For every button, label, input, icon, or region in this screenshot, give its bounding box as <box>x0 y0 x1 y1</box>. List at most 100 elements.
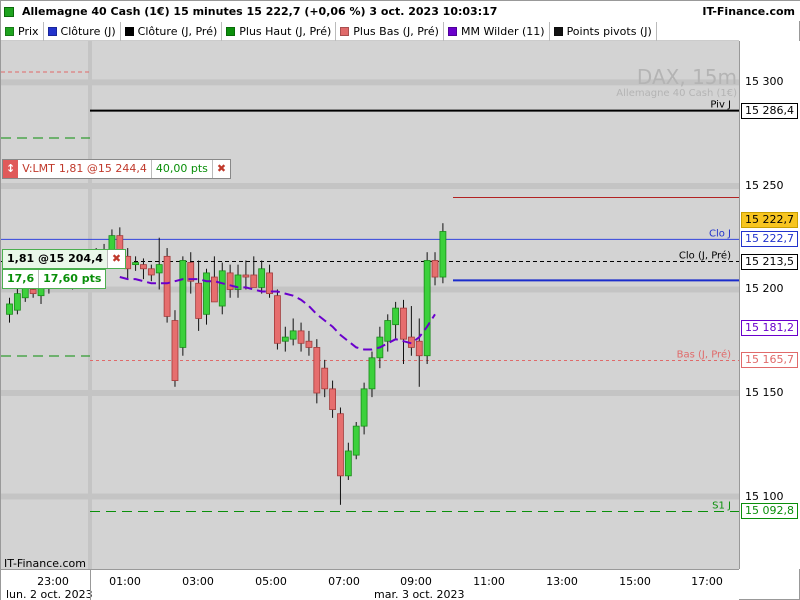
candle-bullish <box>179 260 187 348</box>
low-prev-price-tag: 15 165,7 <box>741 352 798 369</box>
legend-item[interactable]: Prix <box>1 22 44 41</box>
candle-bearish <box>431 260 439 278</box>
watermark-instrument: Allemagne 40 Cash (1€) <box>616 88 737 99</box>
position-tag[interactable]: ↕ V:LMT 1,81 @15 244,4 40,00 pts ✖ <box>2 159 232 179</box>
candle-bullish <box>281 336 289 342</box>
order-tag[interactable]: 1,81 @15 204,4 ✖ <box>2 249 127 269</box>
s1-price-tag: 15 092,8 <box>741 503 798 520</box>
candle-bearish <box>400 307 407 340</box>
legend-swatch <box>226 27 236 36</box>
s1-label: S1 J <box>712 500 731 511</box>
legend-item[interactable]: Clôture (J, Pré) <box>121 22 223 41</box>
price-chart-svg[interactable]: Piv J Clo J Clo (J, Pré) Bas (J, Pré) S1 J <box>1 41 739 569</box>
candle-bullish <box>218 270 226 307</box>
position-toggle-icon[interactable]: ↕ <box>3 160 19 178</box>
order-close-icon[interactable]: ✖ <box>106 250 125 268</box>
candle-bearish <box>297 330 305 344</box>
candle-bullish <box>6 303 13 315</box>
watermark-symbol: DAX, 15m <box>636 65 737 89</box>
candle-bearish <box>29 289 37 295</box>
y-tick-label: 15 200 <box>745 282 784 296</box>
title-bar: Allemagne 40 Cash (1€) 15 minutes 15 222… <box>1 1 800 21</box>
candle-bullish <box>352 425 360 456</box>
pivot-price-tag: 15 286,4 <box>741 102 798 119</box>
chart-title: Allemagne 40 Cash (1€) 15 minutes 15 222… <box>22 5 498 18</box>
candle-bearish <box>195 282 203 319</box>
x-tick-label: 07:00 <box>328 575 360 588</box>
order-qty: 17,6 <box>7 272 35 285</box>
order-points: 17,60 pts <box>38 270 105 288</box>
instrument-color-square <box>4 7 14 17</box>
mm-wilder-price-tag: 15 181,2 <box>741 320 798 337</box>
candle-bullish <box>289 330 297 340</box>
candle-bullish <box>368 357 376 390</box>
x-tick-label: 13:00 <box>546 575 578 588</box>
candle-bearish <box>305 340 313 348</box>
candle-bullish <box>439 231 447 278</box>
x-tick-label: 09:00 <box>400 575 432 588</box>
legend-item[interactable]: Plus Haut (J, Pré) <box>222 22 337 41</box>
order-detail: 1,81 @15 204,4 <box>3 250 107 268</box>
x-date-label: mar. 3 oct. 2023 <box>374 588 465 600</box>
legend-label: Plus Bas (J, Pré) <box>353 25 439 38</box>
legend-swatch <box>47 27 57 36</box>
candle-bearish <box>171 320 179 381</box>
brand-label[interactable]: IT-Finance.com <box>702 5 795 18</box>
last-price-tag: 15 222,7 <box>741 212 798 229</box>
x-tick-label: 11:00 <box>473 575 505 588</box>
candle-bullish <box>392 307 400 326</box>
candle-bullish <box>132 262 139 266</box>
candle-bullish <box>13 293 21 311</box>
x-tick-label: 01:00 <box>109 575 141 588</box>
legend-item[interactable]: Points pivots (J) <box>550 22 657 41</box>
legend-label: Clôture (J, Pré) <box>137 25 218 38</box>
legend-swatch <box>5 27 14 36</box>
legend-item[interactable]: MM Wilder (11) <box>444 22 550 41</box>
y-tick-label: 15 100 <box>745 489 784 503</box>
x-tick-label: 05:00 <box>255 575 287 588</box>
time-axis[interactable]: 23:00 01:00 03:00 05:00 07:00 09:00 11:00 13:00… <box>1 569 739 600</box>
indicator-legend: Prix Clôture (J) Clôture (J, Pré) Plus Haut… <box>1 22 739 41</box>
candle-bullish <box>423 260 431 357</box>
position-close-icon[interactable]: ✖ <box>211 160 230 178</box>
price-axis[interactable]: 15 300 15 250 15 200 15 150 15 100 15 286,4 15… <box>739 41 800 569</box>
candle-bearish <box>147 268 155 276</box>
legend-swatch <box>124 27 134 36</box>
x-day-separator <box>90 570 91 600</box>
candle-bullish <box>203 272 210 315</box>
candle-bearish <box>321 367 329 390</box>
y-tick-label: 15 250 <box>745 178 784 192</box>
position-points: 40,00 pts <box>150 160 212 178</box>
legend-label: Plus Haut (J, Pré) <box>239 25 332 38</box>
pivot-label: Piv J <box>710 100 731 111</box>
candle-bullish <box>384 320 392 342</box>
candle-bearish <box>329 388 336 410</box>
candle-bearish <box>313 347 321 394</box>
position-detail: 1,81 @15 244,4 <box>58 162 147 175</box>
candle-bearish <box>337 413 344 477</box>
candle-bearish <box>163 255 171 317</box>
x-tick-label: 15:00 <box>619 575 651 588</box>
candle-bullish <box>258 268 266 288</box>
candle-bearish <box>415 340 423 357</box>
close-prev-label: Clo (J, Pré) <box>679 250 731 262</box>
close-j-price-tag: 15 222,7 <box>741 231 798 248</box>
legend-label: Points pivots (J) <box>566 25 652 38</box>
legend-label: MM Wilder (11) <box>460 25 545 38</box>
plot-area[interactable]: Piv J Clo J Clo (J, Pré) Bas (J, Pré) S1 J D… <box>1 41 739 569</box>
y-tick-label: 15 300 <box>745 75 784 89</box>
low-prev-label: Bas (J, Pré) <box>677 348 731 360</box>
position-side-label: V:LMT <box>22 162 55 175</box>
candle-bearish <box>140 264 147 270</box>
watermark: DAX, 15m Allemagne 40 Cash (1€) <box>597 66 737 100</box>
legend-swatch <box>340 27 350 36</box>
legend-item[interactable]: Clôture (J) <box>44 22 121 41</box>
legend-item[interactable]: Plus Bas (J, Pré) <box>336 22 444 41</box>
candle-bullish <box>360 388 368 427</box>
x-tick-label: 23:00 <box>37 575 69 588</box>
x-date-label: lun. 2 oct. 2023 <box>6 588 93 600</box>
x-tick-label: 03:00 <box>182 575 214 588</box>
legend-label: Prix <box>18 25 39 38</box>
order-pnl-tag: 17,6 17,60 pts <box>2 269 107 289</box>
candle-bullish <box>344 450 352 477</box>
